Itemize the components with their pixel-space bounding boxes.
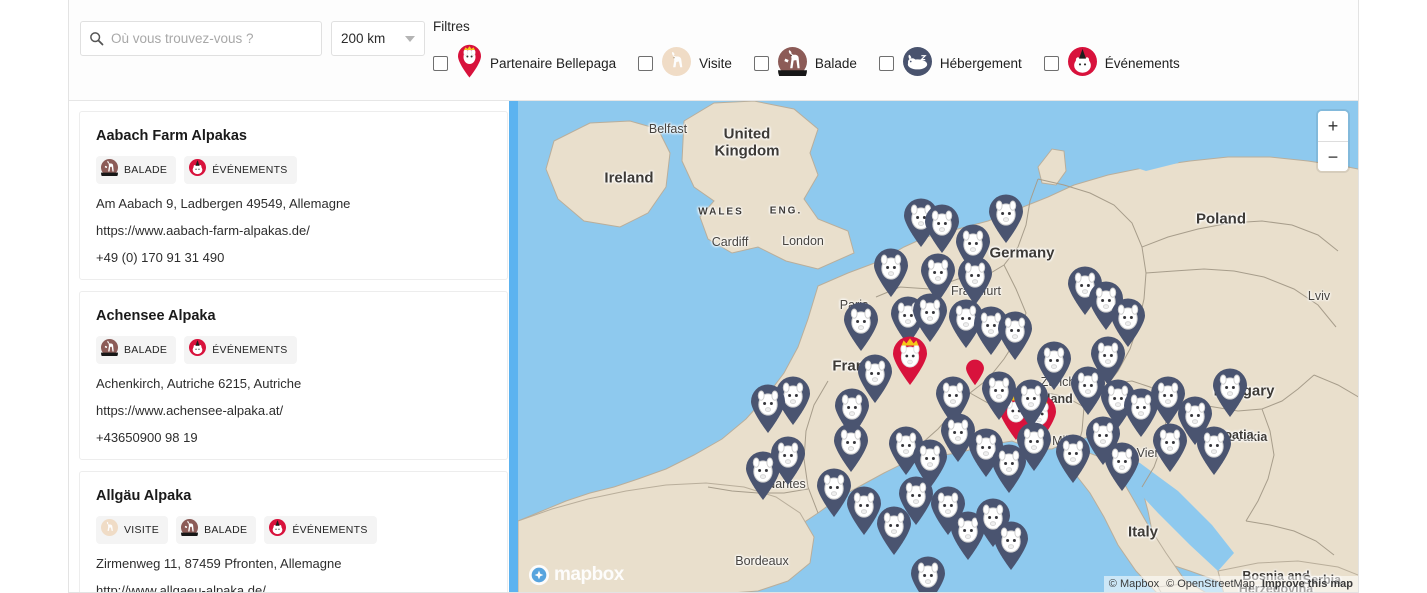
result-phone[interactable]: +43650900 98 19: [96, 430, 491, 445]
map-pin-alpaca[interactable]: [1211, 368, 1249, 423]
result-website[interactable]: http://www.allgaeu-alpaka.de/: [96, 583, 491, 592]
tag-label: BALADE: [124, 164, 168, 176]
search-input[interactable]: [111, 31, 321, 46]
alpaca-beige-circle-icon: [662, 46, 692, 81]
result-title: Allgäu Alpaka: [96, 488, 192, 504]
filter-checkbox[interactable]: [638, 56, 654, 71]
mapbox-logo[interactable]: mapbox: [528, 564, 624, 586]
map-pin-alpaca[interactable]: [842, 302, 880, 357]
filters-title: Filtres: [433, 19, 470, 34]
result-card[interactable]: Allgäu Alpaka VISITE BALADE ÉVÉNEMENTS Z…: [79, 471, 508, 592]
tag-label: VISITE: [124, 524, 160, 536]
tag-label: ÉVÉNEMENTS: [292, 524, 368, 536]
filter-hebergement[interactable]: Hébergement: [878, 46, 1022, 81]
search-field[interactable]: [80, 21, 322, 56]
tag-visite[interactable]: VISITE: [96, 516, 169, 544]
results-list[interactable]: Aabach Farm Alpakas BALADE ÉVÉNEMENTS Am…: [69, 101, 518, 592]
tag-evenements[interactable]: ÉVÉNEMENTS: [184, 336, 297, 364]
zoom-in-button[interactable]: +: [1318, 111, 1348, 141]
filter-label: Hébergement: [939, 56, 1022, 71]
alpaca-party-red-circle-icon: [269, 519, 287, 541]
result-address: Am Aabach 9, Ladbergen 49549, Allemagne: [96, 196, 351, 211]
attribution-mapbox[interactable]: © Mapbox: [1109, 578, 1159, 590]
map-pin-alpaca[interactable]: [1089, 336, 1127, 391]
improve-map-link[interactable]: Improve this map: [1262, 578, 1353, 590]
distance-select[interactable]: 200 km: [331, 21, 425, 56]
map-canvas[interactable]: Belfast United Kingdom Ireland WALES ENG. Card…: [518, 101, 1358, 592]
mapbox-mark-icon: [528, 564, 550, 586]
map-pin-alpaca[interactable]: [1195, 426, 1233, 481]
tag-evenements[interactable]: ÉVÉNEMENTS: [184, 156, 297, 184]
tag-label: BALADE: [124, 344, 168, 356]
map-pin-alpaca[interactable]: [996, 311, 1034, 366]
distance-value: 200 km: [341, 31, 386, 46]
content-area: Aabach Farm Alpakas BALADE ÉVÉNEMENTS Am…: [69, 101, 1358, 592]
alpaca-walk-brown-circle-icon: [101, 159, 118, 182]
filter-checkbox[interactable]: [878, 56, 894, 71]
map-pin-alpaca[interactable]: [749, 384, 787, 439]
map-pin-alpaca[interactable]: [992, 521, 1030, 576]
tag-balade[interactable]: BALADE: [96, 336, 177, 364]
filter-list: Partenaire Bellepaga Visite Balade Héber…: [433, 44, 1202, 85]
map-pin-partner[interactable]: [891, 336, 929, 391]
filter-evenements[interactable]: Événements: [1043, 46, 1180, 81]
filter-label: Visite: [699, 56, 732, 71]
filter-visite[interactable]: Visite: [638, 46, 732, 81]
map-pin-alpaca[interactable]: [769, 436, 807, 491]
map-search-app: 200 km Filtres: [68, 0, 1359, 593]
alpaca-walk-brown-circle-icon: [101, 339, 118, 362]
filter-label: Balade: [814, 56, 857, 71]
tag-label: BALADE: [204, 524, 248, 536]
alpaca-party-red-circle-icon: [1067, 46, 1097, 81]
map-pin-alpaca[interactable]: [909, 556, 947, 592]
alpaca-sleep-navy-circle-icon: [902, 46, 932, 81]
pin-crowned-alpaca-icon: [457, 44, 482, 83]
alpaca-walk-brown-circle-icon: [181, 519, 199, 542]
filter-checkbox[interactable]: [1043, 56, 1059, 71]
mapbox-wordmark: mapbox: [554, 564, 624, 585]
tag-label: ÉVÉNEMENTS: [212, 164, 288, 176]
result-tags: VISITE BALADE ÉVÉNEMENTS: [96, 516, 491, 544]
filter-checkbox[interactable]: [753, 56, 769, 71]
result-tags: BALADE ÉVÉNEMENTS: [96, 336, 491, 364]
chevron-down-icon: [405, 35, 415, 42]
filters-group: Filtres Partenaire Bellepaga Visite Bala…: [433, 0, 1358, 101]
zoom-out-button[interactable]: −: [1318, 141, 1348, 171]
tag-balade[interactable]: BALADE: [96, 156, 177, 184]
map-pin-alpaca[interactable]: [987, 194, 1025, 249]
filter-checkbox[interactable]: [433, 56, 448, 71]
result-address: Zirmenweg 11, 87459 Pfronten, Allemagne: [96, 556, 342, 571]
result-title: Achensee Alpaka: [96, 308, 216, 324]
filter-label: Événements: [1104, 56, 1180, 71]
attribution-osm[interactable]: © OpenStreetMap: [1166, 578, 1255, 590]
map-pin-alpaca[interactable]: [1103, 442, 1141, 497]
tag-label: ÉVÉNEMENTS: [212, 344, 288, 356]
result-website[interactable]: https://www.achensee-alpaka.at/: [96, 403, 491, 418]
filter-partenaire-bellepaga[interactable]: Partenaire Bellepaga: [433, 44, 616, 83]
result-website[interactable]: https://www.aabach-farm-alpakas.de/: [96, 223, 491, 238]
map-attribution: © Mapbox © OpenStreetMap Improve this ma…: [1103, 576, 1358, 592]
alpaca-party-red-circle-icon: [189, 159, 207, 181]
result-title: Aabach Farm Alpakas: [96, 128, 247, 144]
map-pin-alpaca[interactable]: [1015, 422, 1053, 477]
alpaca-party-red-circle-icon: [189, 339, 207, 361]
result-card[interactable]: Aabach Farm Alpakas BALADE ÉVÉNEMENTS Am…: [79, 111, 508, 280]
filter-balade[interactable]: Balade: [753, 46, 857, 85]
map-pin-alpaca[interactable]: [1151, 423, 1189, 478]
result-phone[interactable]: +49 (0) 170 91 31 490: [96, 250, 491, 265]
map-zoom-controls[interactable]: + −: [1318, 111, 1348, 171]
alpaca-walk-brown-circle-icon: [777, 46, 807, 85]
tag-balade[interactable]: BALADE: [176, 516, 257, 544]
result-tags: BALADE ÉVÉNEMENTS: [96, 156, 491, 184]
alpaca-beige-circle-icon: [101, 519, 118, 541]
results-scrollbar[interactable]: [509, 101, 518, 592]
result-address: Achenkirch, Autriche 6215, Autriche: [96, 376, 302, 391]
filter-label: Partenaire Bellepaga: [490, 56, 617, 71]
search-icon: [81, 22, 111, 55]
result-card[interactable]: Achensee Alpaka BALADE ÉVÉNEMENTS Achenk…: [79, 291, 508, 460]
tag-evenements[interactable]: ÉVÉNEMENTS: [264, 516, 377, 544]
map-pin-alpaca[interactable]: [872, 248, 910, 303]
toolbar: 200 km Filtres: [69, 0, 1358, 101]
